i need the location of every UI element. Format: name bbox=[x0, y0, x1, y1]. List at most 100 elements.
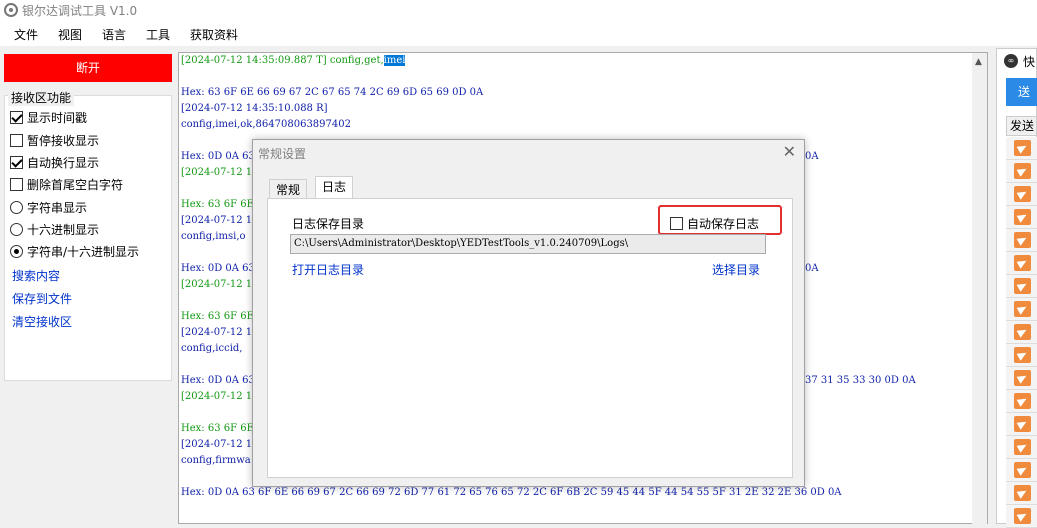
send-row[interactable] bbox=[1006, 275, 1037, 298]
log-path-field[interactable]: C:\Users\Administrator\Desktop\YEDTestTo… bbox=[290, 234, 766, 254]
log-dir-label: 日志保存目录 bbox=[292, 217, 365, 231]
radio-icon[interactable] bbox=[10, 201, 23, 214]
send-row[interactable] bbox=[1006, 482, 1037, 505]
send-icon[interactable] bbox=[1014, 232, 1031, 248]
save-to-file-link[interactable]: 保存到文件 bbox=[12, 290, 72, 307]
search-content-link[interactable]: 搜索内容 bbox=[12, 267, 60, 284]
send-row[interactable] bbox=[1006, 321, 1037, 344]
log-line-tail: 0A bbox=[805, 151, 819, 162]
menu-bar: 文件 视图 语言 工具 获取资料 bbox=[0, 22, 1037, 46]
log-tab-page: 日志保存目录 自动保存日志 C:\Users\Administrator\Des… bbox=[267, 198, 793, 478]
log-line: [2024-07-12 14:35:09.887 T] config,get,i… bbox=[181, 55, 406, 66]
log-line: [2024-07-12 1 bbox=[181, 167, 253, 178]
auto-save-log-checkbox[interactable]: 自动保存日志 bbox=[670, 215, 759, 232]
hex-display-radio[interactable]: 十六进制显示 bbox=[10, 221, 99, 238]
radio-selected-icon[interactable] bbox=[10, 245, 23, 258]
right-panel: ∞ 快 送 发送 bbox=[996, 46, 1037, 528]
link-icon: ∞ bbox=[1004, 54, 1018, 68]
log-line: [2024-07-12 1 bbox=[181, 439, 253, 450]
dialog-title: 常规设置 bbox=[258, 147, 307, 161]
log-line-tail: 0A bbox=[805, 263, 819, 274]
disconnect-button[interactable]: 断开 bbox=[4, 54, 172, 82]
send-icon[interactable] bbox=[1014, 324, 1031, 340]
clear-receive-link[interactable]: 清空接收区 bbox=[12, 313, 72, 330]
radio-icon[interactable] bbox=[10, 223, 23, 236]
send-icon[interactable] bbox=[1014, 140, 1031, 156]
select-dir-link[interactable]: 选择目录 bbox=[712, 261, 760, 278]
send-row[interactable] bbox=[1006, 505, 1037, 528]
send-row[interactable] bbox=[1006, 436, 1037, 459]
send-row[interactable] bbox=[1006, 229, 1037, 252]
log-line: Hex: 0D 0A 63 bbox=[181, 151, 255, 162]
log-line: Hex: 0D 0A 63 bbox=[181, 263, 255, 274]
send-icon[interactable] bbox=[1014, 485, 1031, 501]
send-row[interactable] bbox=[1006, 183, 1037, 206]
log-line: config,iccid, bbox=[181, 343, 243, 354]
send-row[interactable] bbox=[1006, 390, 1037, 413]
log-line: [2024-07-12 1 bbox=[181, 215, 253, 226]
log-line: config,imsi,o bbox=[181, 231, 246, 242]
quick-send-title: 快 bbox=[1023, 55, 1036, 69]
send-icon[interactable] bbox=[1014, 209, 1031, 225]
log-line-tail: 37 31 35 33 30 0D 0A bbox=[805, 375, 916, 386]
pause-receive-checkbox[interactable]: 暂停接收显示 bbox=[10, 132, 99, 149]
menu-get-resources[interactable]: 获取资料 bbox=[190, 26, 238, 43]
log-line: [2024-07-12 1 bbox=[181, 327, 253, 338]
send-icon[interactable] bbox=[1014, 508, 1031, 524]
checkbox-checked-icon[interactable] bbox=[10, 156, 23, 169]
send-icon[interactable] bbox=[1014, 301, 1031, 317]
send-icon[interactable] bbox=[1014, 416, 1031, 432]
app-icon bbox=[4, 3, 18, 17]
log-line: Hex: 0D 0A 63 bbox=[181, 375, 255, 386]
log-line: [2024-07-12 1 bbox=[181, 391, 253, 402]
send-button[interactable]: 送 bbox=[1006, 78, 1037, 106]
log-line: Hex: 63 6F 6E 66 69 67 2C 67 65 74 2C 69… bbox=[181, 87, 484, 98]
send-row[interactable] bbox=[1006, 413, 1037, 436]
send-icon[interactable] bbox=[1014, 163, 1031, 179]
menu-tools[interactable]: 工具 bbox=[146, 26, 170, 43]
auto-wrap-checkbox[interactable]: 自动换行显示 bbox=[10, 154, 99, 171]
menu-file[interactable]: 文件 bbox=[14, 26, 38, 43]
send-icon[interactable] bbox=[1014, 462, 1031, 478]
log-line: [2024-07-12 1 bbox=[181, 279, 253, 290]
send-row[interactable] bbox=[1006, 459, 1037, 482]
send-row[interactable] bbox=[1006, 206, 1037, 229]
tab-log[interactable]: 日志 bbox=[315, 176, 354, 200]
open-log-dir-link[interactable]: 打开日志目录 bbox=[292, 261, 364, 278]
send-icon[interactable] bbox=[1014, 439, 1031, 455]
close-icon[interactable]: ✕ bbox=[783, 142, 796, 161]
log-line: Hex: 63 6F 6E bbox=[181, 311, 254, 322]
send-row[interactable] bbox=[1006, 367, 1037, 390]
checkbox-checked-icon[interactable] bbox=[10, 111, 23, 124]
send-icon[interactable] bbox=[1014, 347, 1031, 363]
send-row[interactable] bbox=[1006, 298, 1037, 321]
log-line: [2024-07-12 14:35:10.088 R] bbox=[181, 103, 328, 114]
checkbox-icon[interactable] bbox=[670, 217, 683, 230]
send-row[interactable] bbox=[1006, 137, 1037, 160]
scroll-up-icon[interactable]: ▲ bbox=[975, 57, 982, 67]
send-row[interactable] bbox=[1006, 344, 1037, 367]
left-panel: 断开 接收区功能 显示时间戳 暂停接收显示 自动换行显示 删除首尾空白字符 字符… bbox=[0, 46, 178, 524]
menu-language[interactable]: 语言 bbox=[102, 26, 126, 43]
checkbox-icon[interactable] bbox=[10, 134, 23, 147]
string-display-radio[interactable]: 字符串显示 bbox=[10, 199, 87, 216]
send-row[interactable] bbox=[1006, 252, 1037, 275]
menu-view[interactable]: 视图 bbox=[58, 26, 82, 43]
checkbox-icon[interactable] bbox=[10, 178, 23, 191]
log-line: Hex: 0D 0A 63 6F 6E 66 69 67 2C 66 69 72… bbox=[181, 487, 842, 498]
send-icon[interactable] bbox=[1014, 278, 1031, 294]
send-icon[interactable] bbox=[1014, 186, 1031, 202]
show-timestamp-checkbox[interactable]: 显示时间戳 bbox=[10, 109, 87, 126]
send-icon[interactable] bbox=[1014, 393, 1031, 409]
send-icon[interactable] bbox=[1014, 255, 1031, 271]
log-line: Hex: 63 6F 6E bbox=[181, 199, 254, 210]
trim-whitespace-checkbox[interactable]: 删除首尾空白字符 bbox=[10, 176, 123, 193]
send-row[interactable] bbox=[1006, 160, 1037, 183]
send-column-header: 发送 bbox=[1006, 116, 1037, 136]
log-line: config,firmwa bbox=[181, 455, 251, 466]
log-scrollbar[interactable]: ▲ bbox=[972, 53, 987, 524]
send-icon[interactable] bbox=[1014, 370, 1031, 386]
general-settings-dialog: 常规设置 ✕ 常规 日志 日志保存目录 自动保存日志 C:\Users\Admi… bbox=[252, 139, 805, 487]
log-line: config,imei,ok,864708063897402 bbox=[181, 119, 351, 130]
string-hex-display-radio[interactable]: 字符串/十六进制显示 bbox=[10, 243, 139, 260]
